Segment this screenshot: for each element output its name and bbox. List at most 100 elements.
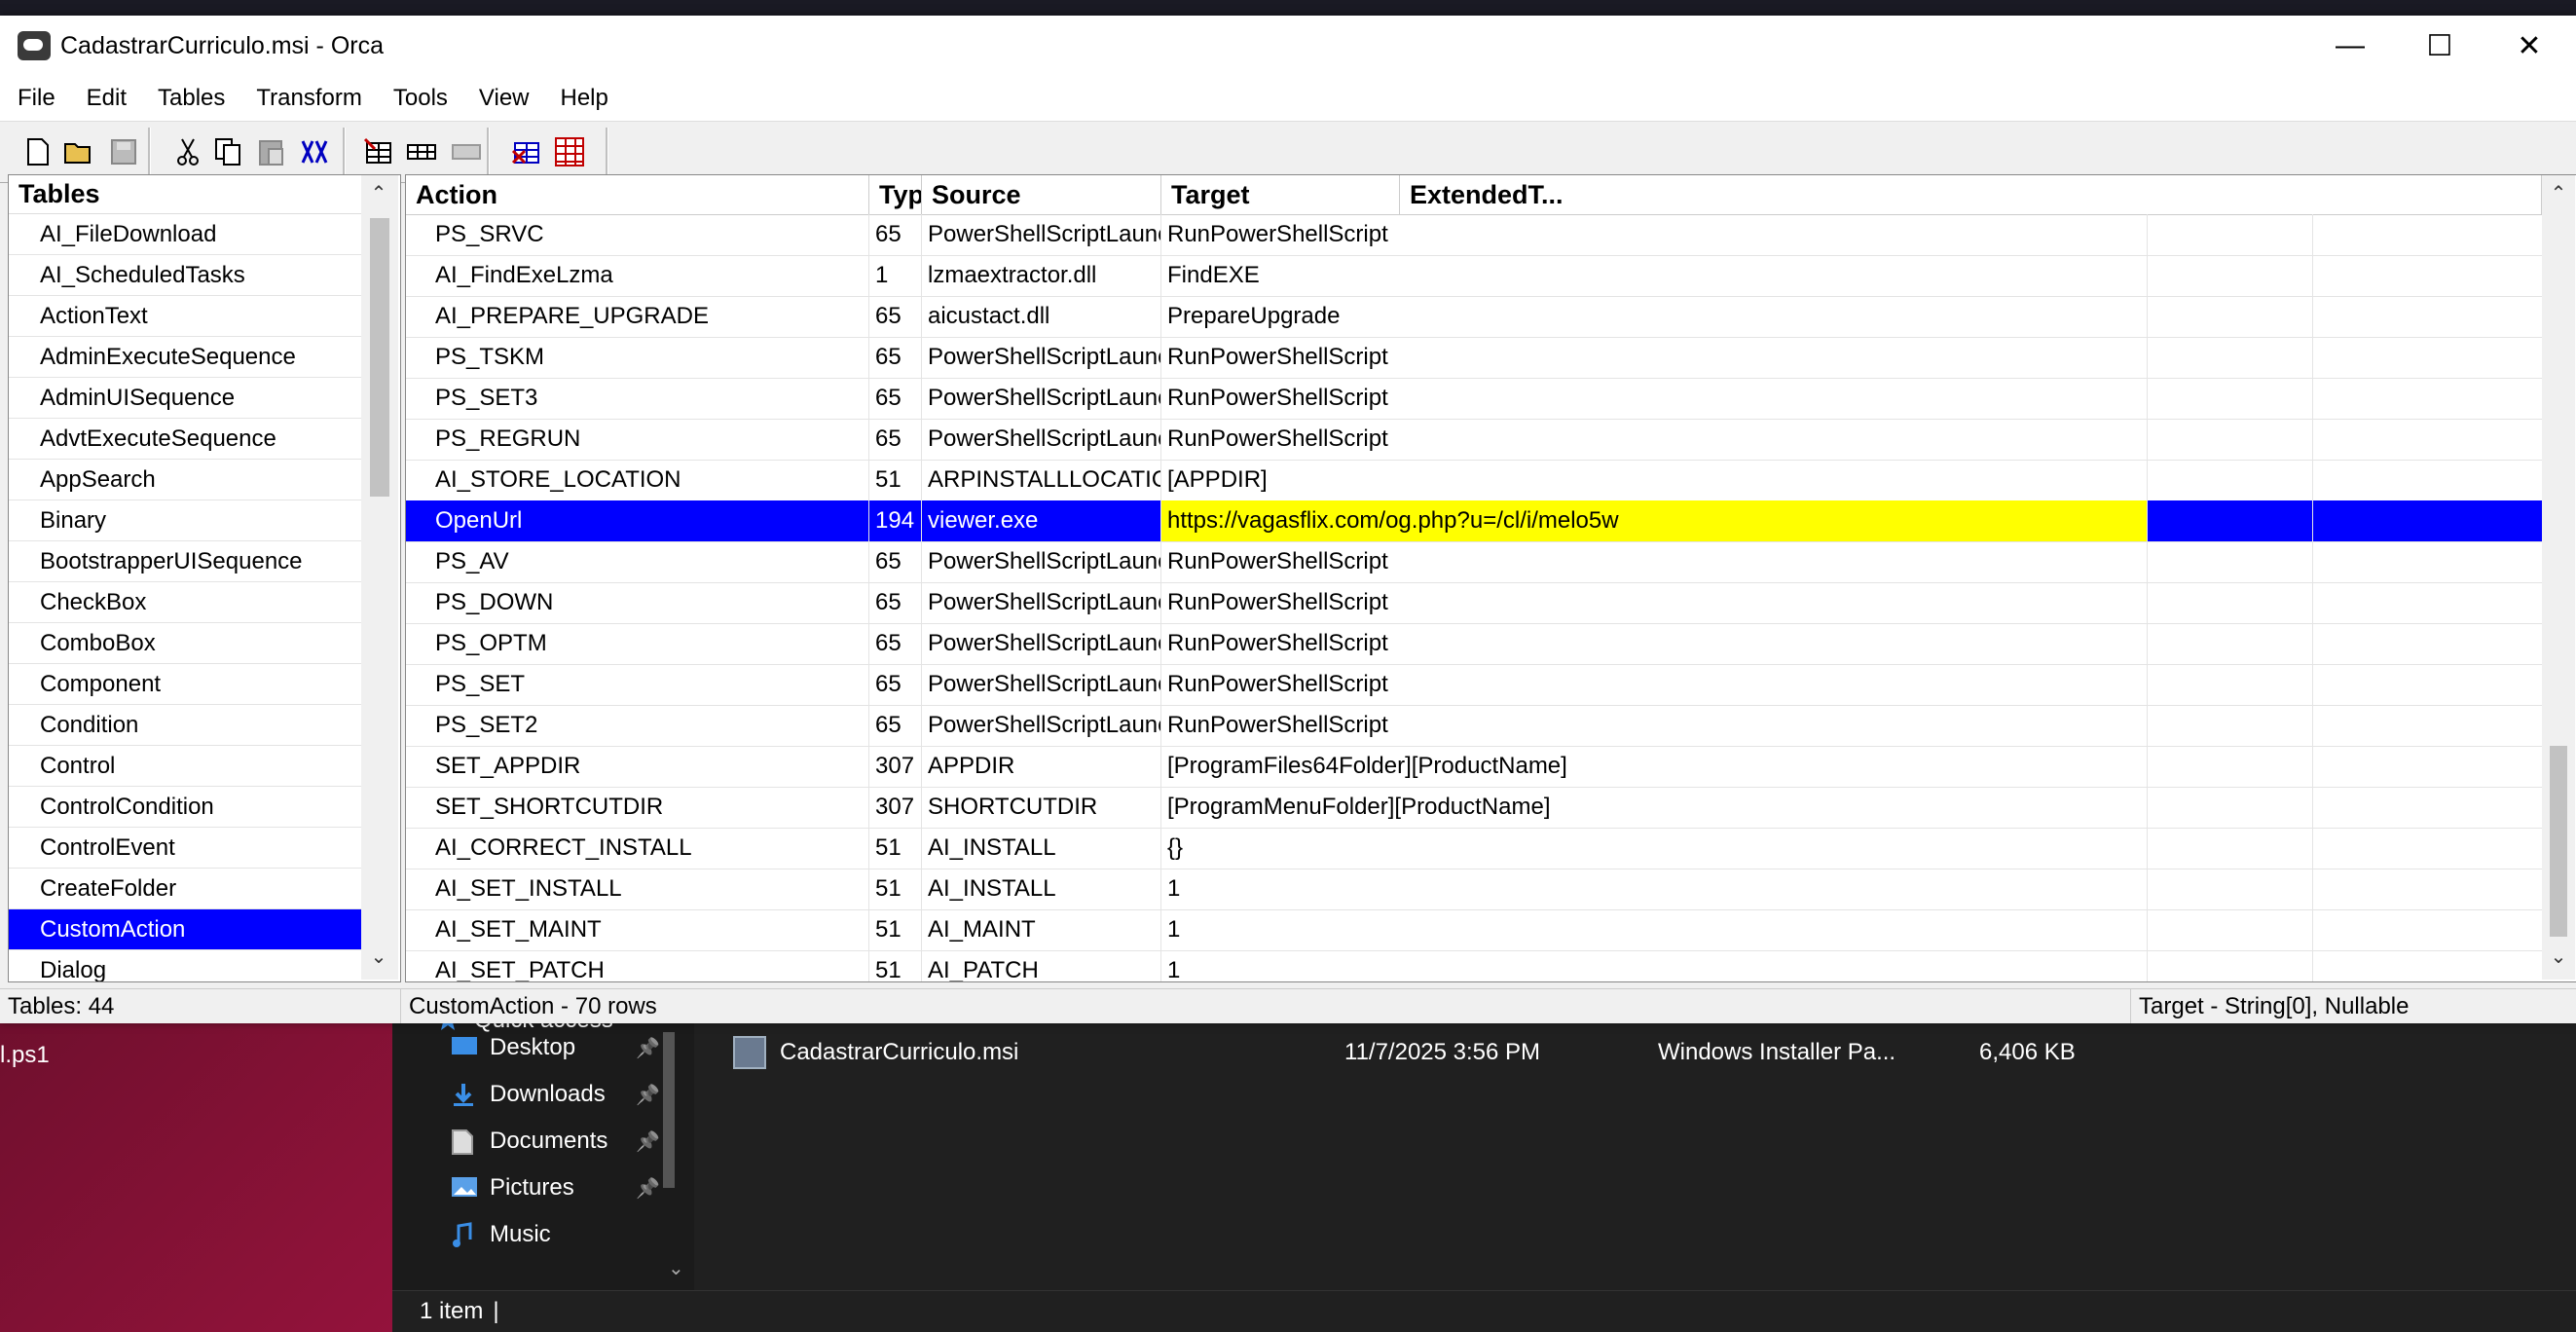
nav-item-pictures[interactable]: Pictures <box>451 1166 574 1209</box>
cell-source[interactable]: PowerShellScriptLauncher.dll <box>922 419 1161 460</box>
menu-tools[interactable]: Tools <box>376 85 461 112</box>
cell-action[interactable]: AI_SET_PATCH <box>406 950 869 981</box>
cell-ext[interactable] <box>2148 623 2313 664</box>
maximize-button[interactable]: ☐ <box>2395 16 2484 76</box>
table-row[interactable]: AI_SET_INSTALL 51 AI_INSTALL 1 <box>406 869 2542 910</box>
cell-type[interactable]: 65 <box>869 296 922 337</box>
pin-icon[interactable]: 📌 <box>636 1176 660 1201</box>
table-item-bootstrapperuisequence[interactable]: BootstrapperUISequence <box>9 541 361 582</box>
cell-action[interactable]: PS_REGRUN <box>406 419 869 460</box>
cell-ext[interactable] <box>2148 869 2313 909</box>
pin-icon[interactable]: 📌 <box>636 1129 660 1154</box>
add-table-icon[interactable] <box>362 135 395 168</box>
cell-action[interactable]: PS_DOWN <box>406 582 869 623</box>
cell-target[interactable]: RunPowerShellScript <box>1161 582 2148 623</box>
cell-target[interactable]: RunPowerShellScript <box>1161 623 2148 664</box>
table-row[interactable]: SET_APPDIR 307 APPDIR [ProgramFiles64Folder… <box>406 746 2542 788</box>
cell-ext[interactable] <box>2148 337 2313 378</box>
table-item-createfolder[interactable]: CreateFolder <box>9 869 361 909</box>
cell-type[interactable]: 65 <box>869 337 922 378</box>
grid-scrollbar-thumb[interactable] <box>2550 746 2567 937</box>
table-row[interactable]: AI_SET_MAINT 51 AI_MAINT 1 <box>406 909 2542 951</box>
cell-target[interactable]: PrepareUpgrade <box>1161 296 2148 337</box>
cell-ext[interactable] <box>2148 296 2313 337</box>
nav-scrollbar-thumb[interactable] <box>663 1032 675 1188</box>
menu-edit[interactable]: Edit <box>69 85 140 112</box>
cell-action[interactable]: AI_PREPARE_UPGRADE <box>406 296 869 337</box>
cell-source[interactable]: PowerShellScriptLauncher.dll <box>922 214 1161 255</box>
menu-view[interactable]: View <box>461 85 543 112</box>
new-icon[interactable] <box>21 135 55 168</box>
cell-type[interactable]: 65 <box>869 664 922 705</box>
cell-type[interactable]: 51 <box>869 869 922 909</box>
table-item-customaction[interactable]: CustomAction <box>9 909 361 950</box>
pin-icon[interactable]: 📌 <box>636 1083 660 1107</box>
table-row[interactable]: AI_FindExeLzma 1 lzmaextractor.dll FindEXE <box>406 255 2542 297</box>
cell-ext[interactable] <box>2148 500 2313 541</box>
cell-ext[interactable] <box>2148 255 2313 296</box>
pin-icon[interactable]: 📌 <box>636 1036 660 1060</box>
cell-source[interactable]: PowerShellScriptLauncher.dll <box>922 664 1161 705</box>
cell-source[interactable]: APPDIR <box>922 746 1161 787</box>
cell-source[interactable]: PowerShellScriptLauncher.dll <box>922 705 1161 746</box>
table-row[interactable]: PS_DOWN65PowerShellScriptLauncher.dllRun… <box>406 582 2542 624</box>
cell-type[interactable]: 307 <box>869 746 922 787</box>
menu-tables[interactable]: Tables <box>140 85 239 112</box>
menu-file[interactable]: File <box>0 85 69 112</box>
table-item-component[interactable]: Component <box>9 664 361 705</box>
cell-source[interactable]: PowerShellScriptLauncher.dll <box>922 582 1161 623</box>
close-button[interactable]: ✕ <box>2484 16 2574 76</box>
nav-item-documents[interactable]: Documents <box>451 1120 607 1163</box>
cell-ext[interactable] <box>2148 541 2313 582</box>
cell-target[interactable]: RunPowerShellScript <box>1161 378 2148 419</box>
table-item-advtexecutesequence[interactable]: AdvtExecuteSequence <box>9 419 361 460</box>
table-item-ai-filedownload[interactable]: AI_FileDownload <box>9 214 361 255</box>
cell-ext[interactable] <box>2148 909 2313 950</box>
cell-ext[interactable] <box>2148 378 2313 419</box>
cell-ext[interactable] <box>2148 582 2313 623</box>
column-header-ext[interactable]: ExtendedT... <box>1400 175 2542 214</box>
cell-source[interactable]: aicustact.dll <box>922 296 1161 337</box>
cell-action[interactable]: PS_AV <box>406 541 869 582</box>
minimize-button[interactable]: — <box>2305 16 2395 76</box>
file-row[interactable]: CadastrarCurriculo.msi 11/7/2025 3:56 PM… <box>733 1028 2524 1077</box>
table-row[interactable]: AI_SET_PATCH 51 AI_PATCH 1 <box>406 950 2542 981</box>
table-row[interactable]: PS_TSKM65PowerShellScriptLauncher.dllRun… <box>406 337 2542 379</box>
table-row[interactable]: PS_OPTM65PowerShellScriptLauncher.dllRun… <box>406 623 2542 665</box>
table-row[interactable]: PS_AV65PowerShellScriptLauncher.dllRunPo… <box>406 541 2542 583</box>
table-item-controlcondition[interactable]: ControlCondition <box>9 787 361 828</box>
table-row[interactable]: PS_SET65PowerShellScriptLauncher.dllRunP… <box>406 664 2542 706</box>
cell-source[interactable]: PowerShellScriptLauncher.dll <box>922 337 1161 378</box>
cell-target[interactable]: 1 <box>1161 909 2148 950</box>
table-item-appsearch[interactable]: AppSearch <box>9 460 361 500</box>
cell-action[interactable]: SET_SHORTCUTDIR <box>406 787 869 828</box>
cell-target[interactable]: RunPowerShellScript <box>1161 664 2148 705</box>
cut-icon[interactable] <box>171 135 204 168</box>
column-header-action[interactable]: Action <box>406 175 869 214</box>
nav-item-music[interactable]: Music <box>451 1213 551 1256</box>
desktop-file-label[interactable]: l.ps1 <box>0 1042 50 1069</box>
table-row[interactable]: PS_REGRUN65PowerShellScriptLauncher.dllR… <box>406 419 2542 461</box>
table-row[interactable]: AI_PREPARE_UPGRADE 65 aicustact.dll Prepare… <box>406 296 2542 338</box>
cell-type[interactable]: 65 <box>869 419 922 460</box>
cell-ext[interactable] <box>2148 950 2313 981</box>
scroll-down-icon[interactable]: ⌄ <box>361 944 396 969</box>
cell-type[interactable]: 65 <box>869 541 922 582</box>
cell-target[interactable]: [APPDIR] <box>1161 460 2148 500</box>
column-header-source[interactable]: Source <box>922 175 1161 214</box>
table-item-actiontext[interactable]: ActionText <box>9 296 361 337</box>
cell-type[interactable]: 307 <box>869 787 922 828</box>
cell-ext[interactable] <box>2148 214 2313 255</box>
cell-action[interactable]: AI_STORE_LOCATION <box>406 460 869 500</box>
cell-type[interactable]: 51 <box>869 909 922 950</box>
cell-target[interactable]: [ProgramMenuFolder][ProductName] <box>1161 787 2148 828</box>
cell-type[interactable]: 194 <box>869 500 922 541</box>
open-icon[interactable] <box>62 135 95 168</box>
add-row-icon[interactable] <box>405 135 438 168</box>
cell-ext[interactable] <box>2148 664 2313 705</box>
cell-action[interactable]: AI_SET_INSTALL <box>406 869 869 909</box>
table-item-condition[interactable]: Condition <box>9 705 361 746</box>
cell-ext[interactable] <box>2148 746 2313 787</box>
grid-scroll-up-icon[interactable]: ⌃ <box>2542 181 2575 205</box>
cell-target[interactable]: 1 <box>1161 950 2148 981</box>
